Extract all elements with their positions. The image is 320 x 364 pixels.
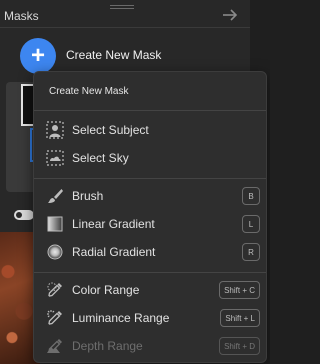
masks-panel-screen: Masks + Create New Mask Create New Mask xyxy=(0,0,270,364)
shortcut-badge: Shift + D xyxy=(219,337,260,355)
menu-item-brush[interactable]: Brush B xyxy=(44,184,260,208)
panel-drag-handle[interactable] xyxy=(110,5,134,9)
create-new-mask-button[interactable]: + xyxy=(20,38,56,74)
menu-separator xyxy=(34,110,266,111)
radial-gradient-icon xyxy=(44,241,66,263)
menu-item-label: Color Range xyxy=(72,283,140,297)
select-sky-icon xyxy=(44,147,66,169)
menu-item-label: Brush xyxy=(72,189,104,203)
menu-item-depth-range: Depth Range Shift + D xyxy=(44,334,260,358)
create-new-mask-label[interactable]: Create New Mask xyxy=(66,48,161,62)
menu-item-color-range[interactable]: Color Range Shift + C xyxy=(44,278,260,302)
menu-item-label: Depth Range xyxy=(72,339,143,353)
menu-header: Create New Mask xyxy=(49,86,129,97)
shortcut-badge: B xyxy=(242,187,260,205)
select-subject-icon xyxy=(44,119,66,141)
menu-separator xyxy=(34,272,266,273)
panel-divider xyxy=(0,27,250,28)
menu-item-luminance-range[interactable]: Luminance Range Shift + L xyxy=(44,306,260,330)
depth-range-icon xyxy=(44,335,66,357)
brush-icon xyxy=(44,185,66,207)
luminance-range-icon xyxy=(44,307,66,329)
menu-item-label: Select Sky xyxy=(72,151,129,165)
shortcut-badge: Shift + L xyxy=(220,309,260,327)
overlay-toggle[interactable] xyxy=(14,210,34,220)
menu-separator xyxy=(34,178,266,179)
collapse-arrow-icon[interactable] xyxy=(220,7,240,23)
plus-icon: + xyxy=(30,42,45,69)
menu-item-label: Select Subject xyxy=(72,123,149,137)
menu-item-label: Linear Gradient xyxy=(72,217,155,231)
menu-item-select-subject[interactable]: Select Subject xyxy=(44,118,260,142)
menu-item-linear-gradient[interactable]: Linear Gradient L xyxy=(44,212,260,236)
create-new-mask-menu: Create New Mask Select Subject Select Sk… xyxy=(33,71,267,363)
menu-item-label: Luminance Range xyxy=(72,311,170,325)
menu-item-radial-gradient[interactable]: Radial Gradient R xyxy=(44,240,260,264)
menu-item-label: Radial Gradient xyxy=(72,245,156,259)
panel-title: Masks xyxy=(4,9,39,23)
menu-item-select-sky[interactable]: Select Sky xyxy=(44,146,260,170)
shortcut-badge: L xyxy=(242,215,260,233)
linear-gradient-icon xyxy=(44,213,66,235)
shortcut-badge: Shift + C xyxy=(219,281,260,299)
color-range-icon xyxy=(44,279,66,301)
shortcut-badge: R xyxy=(242,243,260,261)
